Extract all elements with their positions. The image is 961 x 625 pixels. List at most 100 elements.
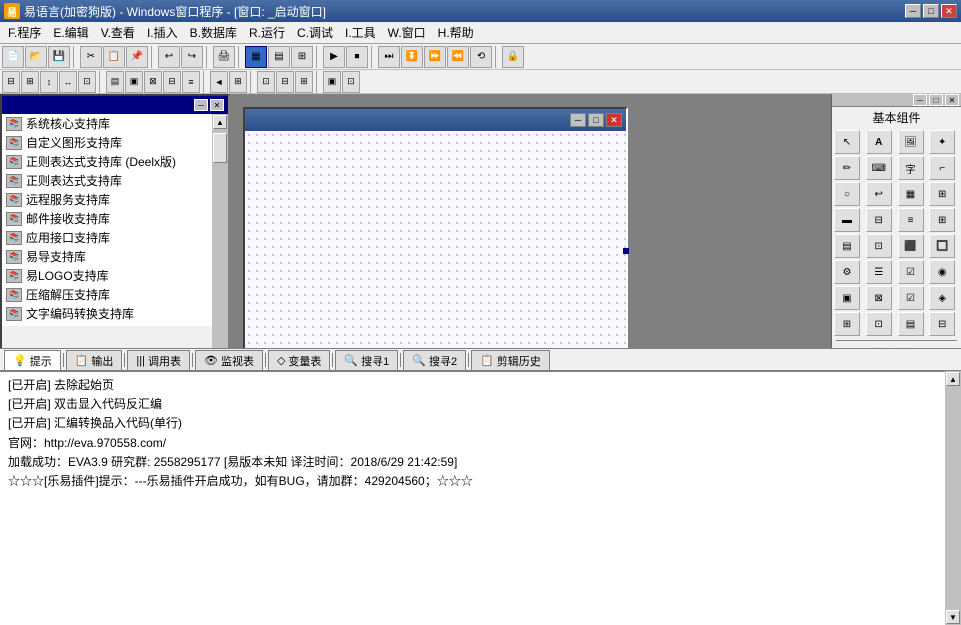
right-panel-btn1[interactable]: ─ (913, 94, 927, 106)
tb-new[interactable]: 📄 (2, 46, 24, 68)
comp-edit[interactable]: ✏ (834, 156, 860, 180)
comp-black[interactable]: ⬛ (898, 234, 924, 258)
tb2-7[interactable]: ▣ (125, 71, 143, 93)
inner-maximize[interactable]: □ (588, 113, 604, 127)
tab-variables[interactable]: ◇ 变量表 (268, 350, 330, 370)
output-scrollbar[interactable]: ▲ ▼ (945, 371, 961, 625)
tb-undo[interactable]: ↩ (158, 46, 180, 68)
handle-right-mid[interactable] (623, 248, 629, 254)
tb2-1[interactable]: ⊟ (2, 71, 20, 93)
tab-calltable[interactable]: ||| 调用表 (127, 350, 190, 370)
tb-redo[interactable]: ↪ (181, 46, 203, 68)
comp-list[interactable]: ☰ (866, 260, 892, 284)
comp-check2[interactable]: ☑ (898, 286, 924, 310)
tb-debug2[interactable]: ⏬ (401, 46, 423, 68)
comp-image[interactable]: 🖼 (898, 130, 924, 154)
lib-item-6[interactable]: 📚应用接口支持库 (2, 228, 212, 247)
tb-lock[interactable]: 🔒 (502, 46, 524, 68)
menu-edit[interactable]: E.编辑 (47, 22, 94, 43)
comp-char[interactable]: 字 (898, 156, 924, 180)
comp-dot[interactable]: ⊡ (866, 312, 892, 336)
tb2-12[interactable]: ⊞ (229, 71, 247, 93)
tb-open[interactable]: 📂 (25, 46, 47, 68)
tb2-15[interactable]: ⊞ (295, 71, 313, 93)
tb-debug5[interactable]: ⟲ (470, 46, 492, 68)
menu-debug[interactable]: C.调试 (291, 22, 339, 43)
tb-run[interactable]: ▶ (323, 46, 345, 68)
tb-print[interactable]: 🖨 (213, 46, 235, 68)
scroll-up[interactable]: ▲ (213, 115, 227, 129)
lib-item-4[interactable]: 📚远程服务支持库 (2, 190, 212, 209)
comp-x[interactable]: ⊠ (866, 286, 892, 310)
tb2-10[interactable]: ≡ (182, 71, 200, 93)
comp-line[interactable]: ⌐ (929, 156, 955, 180)
lib-item-3[interactable]: 📚正则表达式支持库 (2, 171, 212, 190)
tb2-2[interactable]: ⊞ (21, 71, 39, 93)
tb-copy[interactable]: 📋 (103, 46, 125, 68)
panel-minimize[interactable]: ─ (194, 99, 208, 111)
minimize-button[interactable]: ─ (905, 4, 921, 18)
lib-item-8[interactable]: 📚易LOGO支持库 (2, 266, 212, 285)
lib-item-11[interactable]: 📚文本语音转换支持库 (2, 323, 212, 326)
comp-radio[interactable]: ◉ (929, 260, 955, 284)
tab-watch[interactable]: 👁 监视表 (195, 350, 263, 370)
tb2-11[interactable]: ◄ (210, 71, 228, 93)
design-canvas[interactable] (245, 131, 626, 348)
maximize-button[interactable]: □ (923, 4, 939, 18)
comp-kb[interactable]: ⌨ (866, 156, 892, 180)
tb-debug4[interactable]: ⏪ (447, 46, 469, 68)
lib-item-1[interactable]: 📚自定义图形支持库 (2, 133, 212, 152)
tb-stop[interactable]: ⏹ (346, 46, 368, 68)
comp-box[interactable]: ⊞ (929, 182, 955, 206)
inner-minimize[interactable]: ─ (570, 113, 586, 127)
tb2-14[interactable]: ⊟ (276, 71, 294, 93)
close-button[interactable]: ✕ (941, 4, 957, 18)
tb2-16[interactable]: ▣ (323, 71, 341, 93)
comp-cell[interactable]: ⊡ (866, 234, 892, 258)
tab-search2[interactable]: 🔍 搜寻2 (403, 350, 466, 370)
comp-grid[interactable]: ▦ (898, 182, 924, 206)
comp-border[interactable]: 🔲 (929, 234, 955, 258)
tb-view1[interactable]: ▦ (245, 46, 267, 68)
comp-cursor[interactable]: ↖ (834, 130, 860, 154)
menu-database[interactable]: B.数据库 (184, 22, 243, 43)
comp-star[interactable]: ✦ (929, 130, 955, 154)
comp-arrow[interactable]: ↩ (866, 182, 892, 206)
menu-run[interactable]: R.运行 (243, 22, 291, 43)
comp-minus[interactable]: ⊟ (866, 208, 892, 232)
comp-check[interactable]: ☑ (898, 260, 924, 284)
lib-item-2[interactable]: 📚正则表达式支持库 (Deelx版) (2, 152, 212, 171)
tb2-13[interactable]: ⊡ (257, 71, 275, 93)
inner-window[interactable]: ─ □ ✕ (243, 107, 628, 348)
tb-view2[interactable]: ▤ (268, 46, 290, 68)
right-panel-btn2[interactable]: □ (929, 94, 943, 106)
menu-view[interactable]: V.查看 (95, 22, 141, 43)
tab-hint[interactable]: 💡 提示 (4, 350, 61, 370)
panel-close[interactable]: ✕ (210, 99, 224, 111)
tb2-17[interactable]: ⊡ (342, 71, 360, 93)
menu-insert[interactable]: I.插入 (141, 22, 184, 43)
tb2-6[interactable]: ▤ (106, 71, 124, 93)
comp-panel[interactable]: ▣ (834, 286, 860, 310)
output-scroll-down[interactable]: ▼ (946, 610, 960, 624)
inner-close[interactable]: ✕ (606, 113, 622, 127)
comp-text[interactable]: A (866, 130, 892, 154)
tb-cut[interactable]: ✂ (80, 46, 102, 68)
lib-item-5[interactable]: 📚邮件接收支持库 (2, 209, 212, 228)
tb-view3[interactable]: ⊞ (291, 46, 313, 68)
tb2-3[interactable]: ↕ (40, 71, 58, 93)
comp-grid3[interactable]: ⊞ (834, 312, 860, 336)
library-scrollbar[interactable]: ▲ ▼ (212, 114, 228, 348)
lib-item-9[interactable]: 📚压缩解压支持库 (2, 285, 212, 304)
tb2-5[interactable]: ⊡ (78, 71, 96, 93)
lib-item-7[interactable]: 📚易导支持库 (2, 247, 212, 266)
tab-search1[interactable]: 🔍 搜寻1 (335, 350, 398, 370)
output-scroll-up[interactable]: ▲ (946, 372, 960, 386)
tb2-9[interactable]: ⊟ (163, 71, 181, 93)
menu-help[interactable]: H.帮助 (432, 22, 480, 43)
lib-item-10[interactable]: 📚文字编码转换支持库 (2, 304, 212, 323)
comp-gear[interactable]: ⚙ (834, 260, 860, 284)
tb2-4[interactable]: ↔ (59, 71, 77, 93)
comp-menu[interactable]: ≡ (898, 208, 924, 232)
menu-tools[interactable]: I.工具 (339, 22, 382, 43)
